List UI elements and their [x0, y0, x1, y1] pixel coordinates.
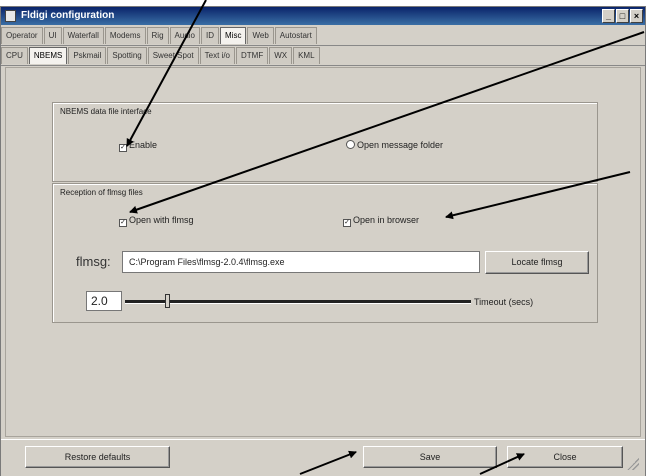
subtab-nbems[interactable]: NBEMS — [28, 47, 68, 64]
nbems-settings-panel: NBEMS data file interface ✓ Enable Open m… — [5, 67, 641, 437]
close-window-button[interactable]: × — [630, 9, 643, 23]
tab-operator[interactable]: Operator — [1, 27, 43, 44]
flmsg-path-label: flmsg: — [76, 254, 111, 269]
app-icon — [5, 10, 16, 22]
locate-flmsg-button[interactable]: Locate flmsg — [485, 251, 589, 274]
tab-id[interactable]: ID — [201, 27, 220, 44]
misc-sub-tab-bar: CPU NBEMS Pskmail Spotting Sweet Spot Te… — [1, 47, 645, 66]
close-button[interactable]: Close — [507, 446, 623, 468]
open-message-folder-button[interactable]: Open message folder — [346, 140, 443, 150]
main-tab-bar: Operator UI Waterfall Modems Rig Audio I… — [1, 27, 645, 46]
tab-misc[interactable]: Misc — [220, 27, 247, 44]
subtab-wx[interactable]: WX — [269, 47, 293, 64]
checkbox-checked-icon: ✓ — [119, 144, 127, 152]
timeout-value-field[interactable]: 2.0 — [86, 291, 122, 311]
timeout-slider-thumb[interactable] — [164, 294, 170, 308]
tab-web[interactable]: Web — [247, 27, 274, 44]
open-with-flmsg-label: Open with flmsg — [129, 215, 194, 225]
maximize-button[interactable]: □ — [616, 9, 629, 23]
tab-audio[interactable]: Audio — [169, 27, 201, 44]
radio-button-icon — [346, 140, 355, 149]
subtab-text-io[interactable]: Text i/o — [199, 47, 235, 64]
title-bar[interactable]: Fldigi configuration _ □ × — [1, 7, 645, 25]
subtab-sweet-spot[interactable]: Sweet Spot — [147, 47, 199, 64]
subtab-kml[interactable]: KML — [293, 47, 320, 64]
tab-autostart[interactable]: Autostart — [274, 27, 317, 44]
fldigi-configuration-window: Fldigi configuration _ □ × Operator UI W… — [0, 6, 646, 476]
tab-modems[interactable]: Modems — [104, 27, 146, 44]
checkbox-checked-icon: ✓ — [343, 219, 351, 227]
open-in-browser-label: Open in browser — [353, 215, 420, 225]
save-button[interactable]: Save — [363, 446, 497, 468]
enable-label: Enable — [129, 140, 158, 150]
subtab-pskmail[interactable]: Pskmail — [68, 47, 107, 64]
subtab-spotting[interactable]: Spotting — [107, 47, 147, 64]
open-message-folder-label: Open message folder — [357, 140, 444, 150]
enable-checkbox[interactable]: ✓ Enable — [119, 140, 157, 152]
group-title: Reception of flmsg files — [60, 188, 143, 197]
checkbox-checked-icon: ✓ — [119, 219, 127, 227]
timeout-label: Timeout (secs) — [474, 297, 534, 307]
open-in-browser-checkbox[interactable]: ✓ Open in browser — [343, 215, 419, 227]
window-controls: _ □ × — [602, 9, 643, 23]
restore-defaults-button[interactable]: Restore defaults — [25, 446, 170, 468]
tab-waterfall[interactable]: Waterfall — [62, 27, 104, 44]
timeout-slider-track[interactable] — [125, 300, 471, 304]
resize-grip-icon[interactable] — [627, 458, 639, 470]
group-title: NBEMS data file interface — [60, 107, 152, 116]
open-with-flmsg-checkbox[interactable]: ✓ Open with flmsg — [119, 215, 194, 227]
subtab-dtmf[interactable]: DTMF — [235, 47, 269, 64]
dialog-button-bar: Restore defaults Save Close — [1, 439, 645, 476]
tab-rig[interactable]: Rig — [146, 27, 169, 44]
window-title: Fldigi configuration — [21, 10, 115, 21]
nbems-data-file-group: NBEMS data file interface ✓ Enable Open m… — [52, 102, 598, 182]
minimize-button[interactable]: _ — [602, 9, 615, 23]
flmsg-path-field[interactable]: C:\Program Files\flmsg-2.0.4\flmsg.exe — [122, 251, 480, 273]
tab-ui[interactable]: UI — [43, 27, 62, 44]
subtab-cpu[interactable]: CPU — [1, 47, 28, 64]
